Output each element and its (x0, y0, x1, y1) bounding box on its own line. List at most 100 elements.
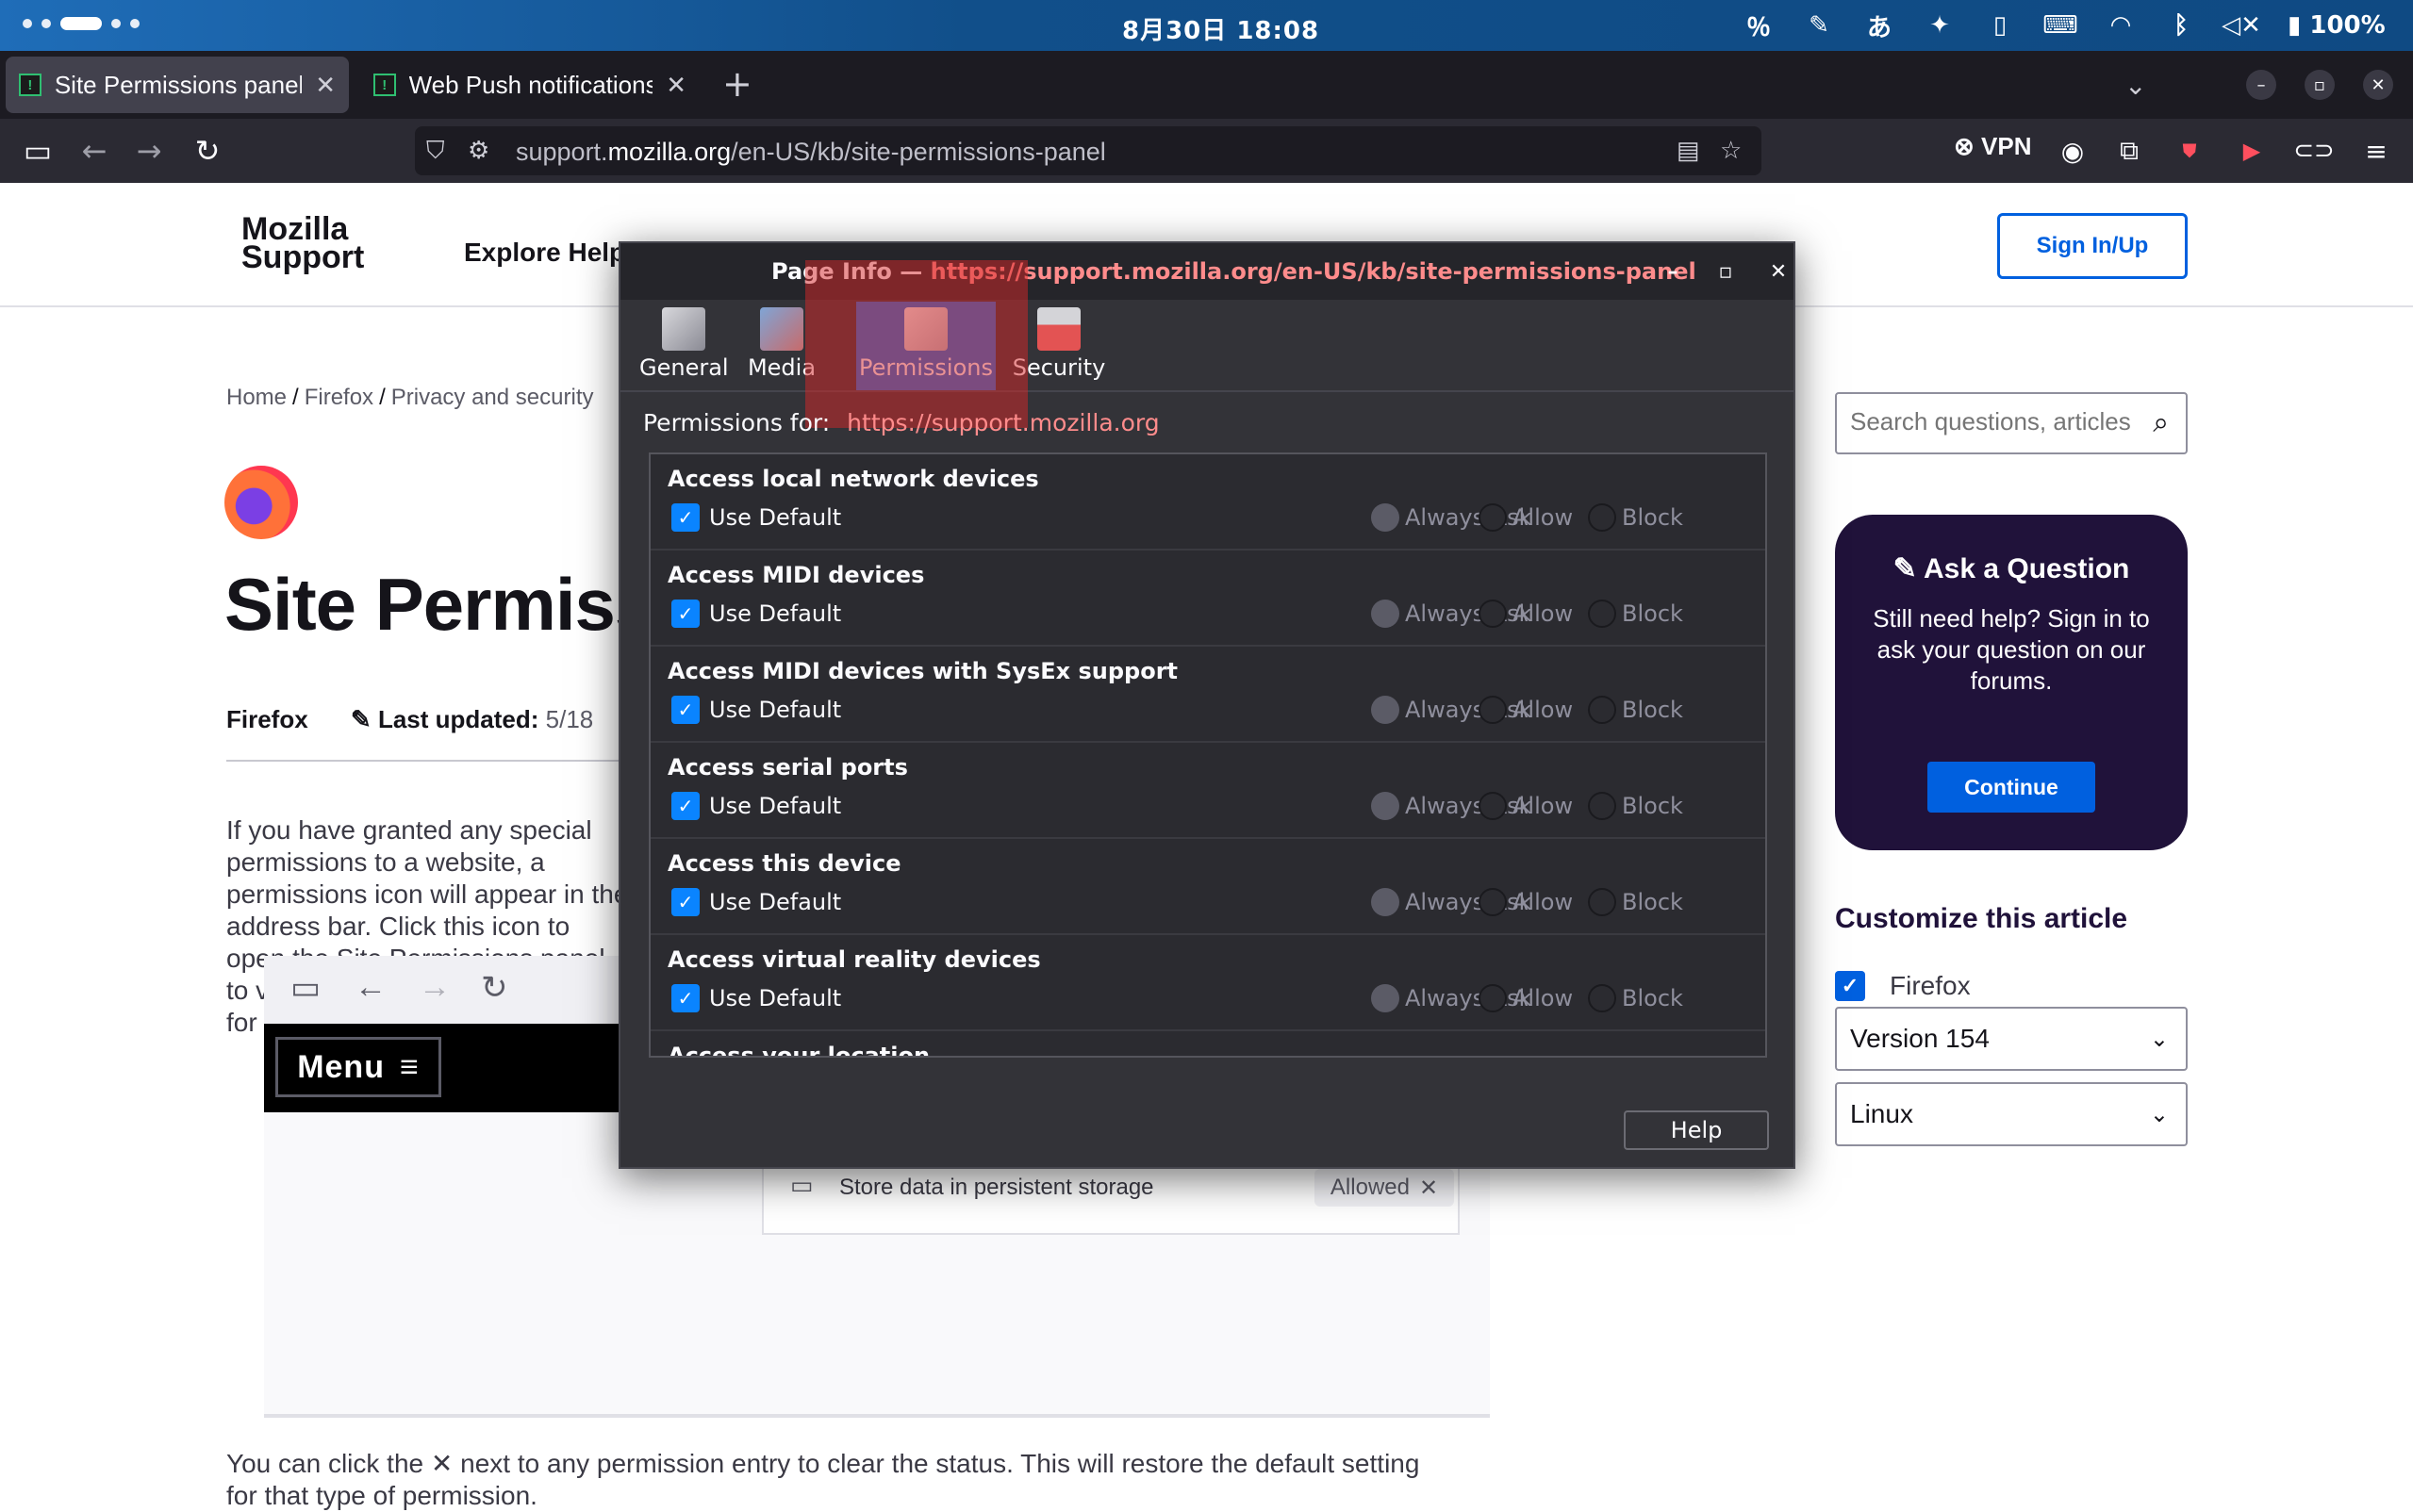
search-input[interactable] (1850, 407, 2133, 436)
minimize-icon[interactable]: – (1658, 256, 1688, 287)
back-icon[interactable]: ← (77, 133, 111, 169)
radio-block[interactable]: Block (1588, 888, 1683, 916)
close-icon[interactable]: ✕ (1763, 256, 1793, 287)
account-icon[interactable]: ◉ (2056, 134, 2090, 168)
app-menu-icon[interactable]: ≡ (2359, 134, 2393, 168)
phone-icon[interactable]: ▯ (1986, 11, 2014, 40)
url-text[interactable]: support.mozilla.org/en-US/kb/site-permis… (516, 138, 1106, 167)
permissions-icon[interactable]: ⚙ (468, 136, 489, 165)
url-domain: mozilla.org (607, 138, 732, 166)
radio-label: Block (1622, 985, 1683, 1011)
volume-mute-icon[interactable]: ◁✕ (2222, 11, 2261, 40)
ublock-icon[interactable]: ⛊ (2173, 134, 2206, 168)
search-icon[interactable]: ⌕ (2153, 407, 2169, 439)
radio-icon (1588, 503, 1616, 532)
keyboard-icon[interactable]: ⌨ (2042, 11, 2078, 40)
vpn-button[interactable]: ⊗ VPN (1954, 132, 2031, 161)
pen-icon[interactable]: ✎ (1805, 11, 1833, 40)
permissions-for-label: Permissions for: (643, 409, 831, 436)
addon-icon[interactable]: ▶ (2235, 134, 2269, 168)
radio-block[interactable]: Block (1588, 792, 1683, 820)
dialog-title-url: https://support.mozilla.org/en-US/kb/sit… (930, 258, 1696, 285)
use-default-checkbox[interactable]: ✓ Use Default (671, 984, 841, 1012)
extensions-icon[interactable]: ⧉ (2112, 134, 2146, 168)
battery-level: 100% (2309, 11, 2386, 40)
breadcrumb-privacy[interactable]: Privacy and security (391, 385, 594, 410)
radio-allow[interactable]: Allow (1479, 600, 1573, 628)
explore-help-menu[interactable]: Explore Help (464, 238, 625, 268)
radio-icon (1479, 503, 1507, 532)
radio-allow[interactable]: Allow (1479, 792, 1573, 820)
workspace-indicator[interactable] (23, 17, 140, 30)
highlight-overlay (805, 260, 1028, 428)
radio-allow[interactable]: Allow (1479, 984, 1573, 1012)
shield-icon[interactable]: ⛉ (426, 136, 445, 166)
permission-row-midi: Access MIDI devices ✓ Use Default Always … (651, 551, 1765, 647)
dialog-titlebar[interactable]: Page Info — https://support.mozilla.org/… (620, 243, 1793, 300)
permissions-list[interactable]: Access local network devices ✓ Use Defaul… (649, 452, 1767, 1058)
radio-block[interactable]: Block (1588, 503, 1683, 532)
mozilla-support-logo[interactable]: Mozilla Support (241, 213, 365, 275)
radio-allow[interactable]: Allow (1479, 888, 1573, 916)
radio-icon (1371, 696, 1399, 724)
percent-icon[interactable]: ％ (1744, 11, 1773, 42)
tab-site-permissions[interactable]: ! Site Permissions panel ✕ (6, 57, 349, 113)
bookmark-star-icon[interactable]: ☆ (1720, 136, 1742, 165)
use-default-checkbox[interactable]: ✓ Use Default (671, 888, 841, 916)
use-default-checkbox[interactable]: ✓ Use Default (671, 503, 841, 532)
tab-web-push[interactable]: ! Web Push notifications ✕ (360, 57, 700, 113)
address-bar[interactable]: ⛉ ⚙ support.mozilla.org/en-US/kb/site-pe… (415, 126, 1761, 175)
firefox-logo-icon (224, 466, 298, 539)
checkbox-checked-icon[interactable]: ✓ (1835, 971, 1865, 1001)
tab-label: Web Push notifications (408, 70, 653, 99)
maximize-icon[interactable]: ▫ (2305, 70, 2335, 100)
battery-indicator[interactable]: ▮ 100% (2288, 11, 2386, 40)
reload-icon: ↻ (481, 970, 508, 1006)
version-select-value: Version 154 (1850, 1024, 1990, 1053)
permissions-for-url: https://support.mozilla.org (847, 409, 1160, 436)
ime-indicator[interactable]: あ (1865, 11, 1893, 42)
breadcrumb-firefox[interactable]: Firefox (305, 385, 373, 410)
search-box[interactable]: ⌕ (1835, 392, 2188, 454)
close-window-icon[interactable]: ✕ (2363, 70, 2393, 100)
ask-text: Still need help? Sign in to ask your que… (1873, 604, 2150, 695)
sidebar-icon: ▭ (290, 970, 322, 1006)
back-icon: ← (355, 969, 387, 1005)
reload-icon[interactable]: ↻ (190, 133, 224, 169)
help-button[interactable]: Help (1624, 1110, 1769, 1150)
radio-block[interactable]: Block (1588, 984, 1683, 1012)
checkbox-checked-icon: ✓ (671, 792, 700, 820)
continue-button[interactable]: Continue (1927, 762, 2095, 813)
wifi-icon[interactable]: ◠ (2107, 11, 2135, 40)
radio-label: Allow (1512, 600, 1574, 627)
sign-in-button[interactable]: Sign In/Up (1997, 213, 2188, 279)
version-select[interactable]: Version 154 ⌄ (1835, 1007, 2188, 1071)
customize-firefox-checkbox[interactable]: ✓ Firefox (1835, 971, 1971, 1001)
link-icon[interactable]: ⊂⊃ (2293, 134, 2335, 168)
radio-block[interactable]: Block (1588, 600, 1683, 628)
radio-block[interactable]: Block (1588, 696, 1683, 724)
accessibility-icon[interactable]: ✦ (1925, 11, 1954, 40)
os-select[interactable]: Linux ⌄ (1835, 1082, 2188, 1146)
use-default-checkbox[interactable]: ✓ Use Default (671, 792, 841, 820)
bluetooth-icon[interactable]: ᛒ (2167, 11, 2195, 40)
logo-line2: Support (241, 239, 365, 275)
permission-title: Access local network devices (668, 466, 1039, 492)
reader-view-icon[interactable]: ▤ (1677, 136, 1700, 165)
clock[interactable]: 8月30日 18:08 (1122, 11, 1319, 46)
sidebar-icon[interactable]: ▭ (21, 133, 55, 169)
use-default-checkbox[interactable]: ✓ Use Default (671, 696, 841, 724)
forward-icon[interactable]: → (132, 133, 166, 169)
breadcrumb-home[interactable]: Home (226, 385, 287, 410)
close-tab-icon[interactable]: ✕ (666, 71, 686, 100)
new-tab-icon[interactable]: + (722, 66, 752, 102)
use-default-checkbox[interactable]: ✓ Use Default (671, 600, 841, 628)
radio-allow[interactable]: Allow (1479, 696, 1573, 724)
close-tab-icon[interactable]: ✕ (315, 71, 336, 100)
maximize-icon[interactable]: ▫ (1711, 256, 1741, 287)
radio-allow[interactable]: Allow (1479, 503, 1573, 532)
minimize-icon[interactable]: – (2246, 70, 2276, 100)
tab-general[interactable]: General (639, 302, 729, 390)
permission-title: Access MIDI devices with SysEx support (668, 658, 1179, 684)
chevron-down-icon[interactable]: ⌄ (2124, 70, 2146, 101)
